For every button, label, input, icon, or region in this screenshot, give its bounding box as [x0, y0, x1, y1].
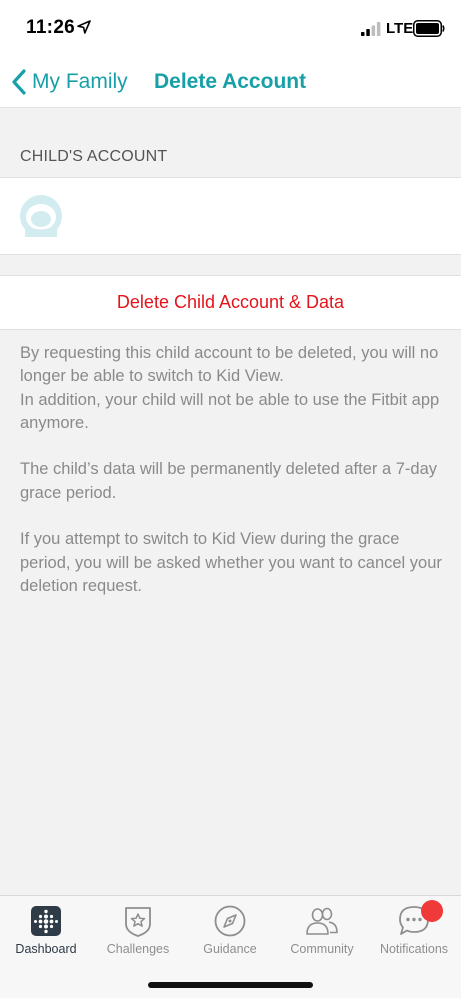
info-paragraph-3: If you attempt to switch to Kid View dur… [20, 530, 442, 595]
location-arrow-icon [77, 20, 91, 34]
chevron-left-icon [12, 69, 26, 95]
challenges-icon [125, 907, 151, 937]
tab-label: Dashboard [15, 942, 77, 956]
deletion-info: By requesting this child account to be d… [20, 342, 445, 622]
tab-label: Guidance [203, 942, 257, 956]
tab-label: Notifications [379, 942, 449, 956]
tab-community[interactable]: Community [276, 896, 368, 966]
section-header: CHILD'S ACCOUNT [20, 148, 168, 165]
status-bar: 11:26 LTE [0, 0, 461, 56]
nav-bar: My Family Delete Account [0, 56, 461, 108]
tab-label: Community [290, 942, 354, 956]
network-type: LTE [386, 20, 414, 37]
status-time: 11:26 [26, 17, 76, 38]
tab-notifications[interactable]: Notifications [368, 896, 460, 966]
delete-account-button[interactable]: Delete Child Account & Data [0, 275, 461, 330]
guidance-icon [214, 905, 246, 937]
info-paragraph-1: By requesting this child account to be d… [20, 342, 445, 435]
cellular-signal-icon [361, 22, 381, 36]
home-indicator[interactable] [148, 982, 313, 988]
child-avatar-icon [20, 195, 62, 237]
child-account-row[interactable] [0, 177, 461, 255]
tab-dashboard[interactable]: Dashboard [0, 896, 92, 966]
info-paragraph-1-line-2: In addition, your child will not be able… [20, 390, 440, 432]
back-label: My Family [32, 70, 128, 93]
tab-guidance[interactable]: Guidance [184, 896, 276, 966]
community-icon [306, 907, 338, 935]
tab-label: Challenges [106, 942, 170, 956]
dashboard-icon [31, 906, 61, 936]
back-button[interactable]: My Family [10, 66, 128, 98]
info-paragraph-1-line-1: By requesting this child account to be d… [20, 344, 439, 386]
tab-challenges[interactable]: Challenges [92, 896, 184, 966]
info-paragraph-2: The child’s data will be permanently del… [20, 460, 438, 502]
battery-icon [413, 20, 445, 37]
delete-account-label: Delete Child Account & Data [116, 292, 345, 312]
page-title: Delete Account [154, 70, 307, 93]
notification-badge [421, 900, 443, 922]
